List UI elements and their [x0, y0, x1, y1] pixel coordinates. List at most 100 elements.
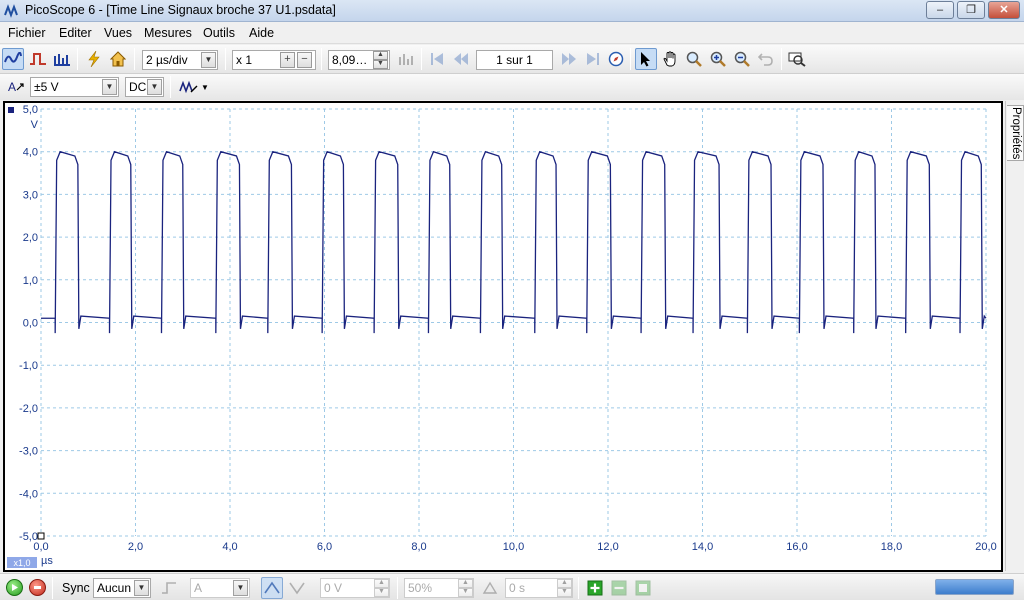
close-button[interactable]: ✕	[988, 1, 1020, 19]
first-buffer-icon[interactable]	[426, 48, 448, 70]
buffer-navigator-compass-icon[interactable]	[605, 48, 627, 70]
title-bar: PicoScope 6 - [Time Line Signaux broche …	[0, 0, 1024, 22]
math-channel-button[interactable]: ▼	[176, 76, 212, 98]
pre-trigger-up-button[interactable]: ▲	[458, 579, 473, 588]
delay-up-button[interactable]: ▲	[557, 579, 572, 588]
zoom-in-icon[interactable]	[707, 48, 729, 70]
toolbar-separator	[630, 48, 631, 70]
chevron-down-icon[interactable]: ▼	[233, 580, 248, 596]
menu-bar: Fichier Editer Vues Mesures Outils Aide	[0, 22, 1024, 44]
chevron-down-icon[interactable]: ▼	[201, 52, 216, 68]
menu-aide[interactable]: Aide	[249, 26, 274, 40]
hand-pan-icon[interactable]	[659, 48, 681, 70]
pointer-tool-icon[interactable]	[635, 48, 657, 70]
add-measurement-button[interactable]	[584, 577, 606, 599]
x-tick-label: 2,0	[128, 541, 143, 553]
timebase-value: 2 µs/div	[146, 53, 188, 67]
status-bar: Sync Aucun ▼ A ▼ 0 V ▲ ▼ 50% ▲ ▼ 0 s ▲ ▼	[0, 573, 1024, 600]
last-buffer-icon[interactable]	[582, 48, 604, 70]
toolbar-separator	[321, 48, 322, 70]
spectrum-mode-icon[interactable]	[51, 48, 73, 70]
channel-range-value: ±5 V	[34, 80, 59, 94]
pre-trigger-value: 50%	[408, 581, 433, 595]
x-scale-badge-label: x1,0	[13, 558, 30, 568]
sample-up-button[interactable]: ▲	[373, 51, 388, 60]
scope-view[interactable]: 5,0 4,0 3,0 2,0 1,0 0,0 -1,0 -2,0 -3,0 -4,0 -5,0 V 0…	[3, 101, 1003, 572]
channel-coupling-value: DC	[129, 80, 147, 94]
axis-handle	[37, 532, 45, 540]
picoscope-app-icon	[4, 4, 18, 18]
menu-outils[interactable]: Outils	[203, 26, 235, 40]
toolbar-separator	[225, 48, 226, 70]
maximize-button[interactable]: ❐	[957, 1, 985, 19]
channel-a-marker	[8, 107, 14, 113]
edit-measurement-button[interactable]	[632, 577, 654, 599]
y-tick-label: -2,0	[19, 403, 38, 415]
channel-toolbar: A ±5 V ▼ DC ▼ ▼	[0, 74, 1024, 100]
toolbar-separator	[170, 76, 171, 98]
delay-down-button[interactable]: ▼	[557, 588, 572, 597]
automotive-lightning-icon[interactable]	[83, 48, 105, 70]
menu-editer[interactable]: Editer	[59, 26, 92, 40]
toolbar-separator	[52, 577, 53, 599]
y-tick-label: 4,0	[23, 147, 38, 159]
oscilloscope-plot[interactable]: 5,04,03,02,01,00,0-1,0-2,0-3,0-4,0-5,0V0…	[5, 103, 1001, 570]
x-tick-label: 14,0	[692, 541, 713, 553]
persistence-mode-icon[interactable]	[27, 48, 49, 70]
minus-icon	[611, 580, 627, 596]
x-tick-label: 0,0	[33, 541, 48, 553]
channel-coupling-select[interactable]: DC ▼	[125, 77, 164, 97]
toolbar-separator	[397, 577, 398, 599]
zoom-decrease-button[interactable]: −	[297, 52, 312, 68]
edit-measurement-icon	[635, 580, 651, 596]
chevron-down-icon[interactable]: ▼	[102, 79, 117, 95]
chevron-down-icon[interactable]: ▼	[134, 580, 149, 596]
start-capture-button[interactable]	[6, 579, 23, 596]
resolution-enhance-icon[interactable]	[395, 48, 417, 70]
menu-vues[interactable]: Vues	[104, 26, 132, 40]
math-channel-icon	[179, 80, 198, 94]
channel-a-options[interactable]: A	[4, 76, 28, 98]
sync-mode-select[interactable]: Aucun ▼	[93, 578, 151, 598]
pre-trigger-down-button[interactable]: ▼	[458, 588, 473, 597]
x-tick-label: 18,0	[881, 541, 902, 553]
channel-range-select[interactable]: ±5 V ▼	[30, 77, 119, 97]
chevron-down-icon[interactable]: ▼	[201, 83, 209, 92]
y-tick-label: -4,0	[19, 488, 38, 500]
x-axis-unit-label: µs	[41, 555, 53, 567]
y-tick-label: 5,0	[23, 104, 38, 116]
previous-buffer-icon[interactable]	[450, 48, 472, 70]
threshold-up-button[interactable]: ▲	[374, 579, 389, 588]
rising-edge-icon[interactable]	[261, 577, 283, 599]
home-icon[interactable]	[107, 48, 129, 70]
properties-tab[interactable]: Propriétés	[1007, 105, 1024, 161]
scope-mode-icon[interactable]	[2, 48, 24, 70]
zoom-tool-icon[interactable]	[683, 48, 705, 70]
x-tick-label: 10,0	[503, 541, 524, 553]
zoom-out-icon[interactable]	[731, 48, 753, 70]
threshold-down-button[interactable]: ▼	[374, 588, 389, 597]
toolbar-separator	[578, 577, 579, 599]
buffer-page-field[interactable]: 1 sur 1	[476, 50, 553, 70]
falling-edge-icon[interactable]	[286, 577, 308, 599]
y-tick-label: -1,0	[19, 360, 38, 372]
channel-a-label: A	[7, 80, 16, 94]
chevron-down-icon[interactable]: ▼	[147, 79, 162, 95]
sample-down-button[interactable]: ▼	[373, 60, 388, 69]
y-axis-unit-label: V	[31, 119, 39, 131]
trigger-channel-value: A	[194, 581, 203, 595]
remove-measurement-button[interactable]	[608, 577, 630, 599]
next-buffer-icon[interactable]	[558, 48, 580, 70]
zoom-overview-icon[interactable]	[786, 48, 808, 70]
minimize-button[interactable]: –	[926, 1, 954, 19]
trigger-channel-select[interactable]: A ▼	[190, 578, 250, 598]
menu-mesures[interactable]: Mesures	[144, 26, 192, 40]
trigger-edge-icon[interactable]	[158, 577, 180, 599]
timebase-select[interactable]: 2 µs/div ▼	[142, 50, 218, 70]
zoom-factor-value: x 1	[236, 53, 253, 67]
menu-fichier[interactable]: Fichier	[8, 26, 46, 40]
post-trigger-delay-icon[interactable]	[479, 577, 501, 599]
undo-zoom-icon[interactable]	[755, 48, 777, 70]
zoom-increase-button[interactable]: +	[280, 52, 295, 68]
stop-capture-button[interactable]	[29, 579, 46, 596]
